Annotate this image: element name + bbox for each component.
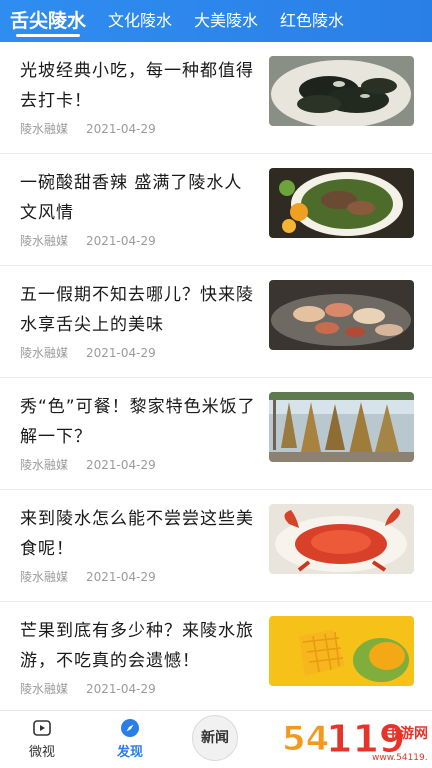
article-thumbnail[interactable] — [269, 56, 414, 126]
article-title[interactable]: 五一假期不知去哪儿？快来陵水享舌尖上的美味 — [20, 280, 256, 340]
article-item[interactable]: 五一假期不知去哪儿？快来陵水享舌尖上的美味 陵水融媒 2021-04-29 — [0, 266, 432, 378]
article-source: 陵水融媒 — [20, 458, 69, 472]
article-item[interactable]: 来到陵水怎么能不尝尝这些美食呢！ 陵水融媒 2021-04-29 — [0, 490, 432, 602]
article-title[interactable]: 芒果到底有多少种？来陵水旅游，不吃真的会遗憾！ — [20, 616, 256, 676]
tab-damei-lingshui[interactable]: 大美陵水 — [194, 0, 258, 42]
article-date: 2021-04-29 — [86, 346, 156, 360]
watermark-logo: 54 119 手游网 www.54119.cn — [280, 712, 432, 766]
article-meta: 陵水融媒 2021-04-29 — [20, 344, 156, 361]
nav-video[interactable]: 微视 — [12, 717, 72, 760]
article-feed[interactable]: 光坡经典小吃，每一种都值得去打卡！ 陵水融媒 2021-04-29 一碗酸甜香辣 … — [0, 42, 432, 710]
tab-hongse-lingshui[interactable]: 红色陵水 — [280, 0, 344, 42]
article-title[interactable]: 光坡经典小吃，每一种都值得去打卡！ — [20, 56, 256, 116]
article-thumbnail[interactable] — [269, 392, 414, 462]
article-meta: 陵水融媒 2021-04-29 — [20, 456, 156, 473]
article-meta: 陵水融媒 2021-04-29 — [20, 232, 156, 249]
video-icon — [33, 720, 51, 736]
article-meta: 陵水融媒 2021-04-29 — [20, 568, 156, 585]
article-title[interactable]: 来到陵水怎么能不尝尝这些美食呢！ — [20, 504, 256, 564]
article-thumbnail[interactable] — [269, 168, 414, 238]
article-thumbnail[interactable] — [269, 280, 414, 350]
article-source: 陵水融媒 — [20, 122, 69, 136]
tab-shejian-lingshui[interactable]: 舌尖陵水 — [10, 0, 86, 42]
article-date: 2021-04-29 — [86, 570, 156, 584]
article-thumbnail[interactable] — [269, 504, 414, 574]
article-item[interactable]: 光坡经典小吃，每一种都值得去打卡！ 陵水融媒 2021-04-29 — [0, 42, 432, 154]
article-meta: 陵水融媒 2021-04-29 — [20, 120, 156, 137]
svg-text:手游网: 手游网 — [386, 725, 428, 742]
article-date: 2021-04-29 — [86, 458, 156, 472]
article-date: 2021-04-29 — [86, 682, 156, 696]
nav-video-label: 微视 — [28, 745, 55, 760]
article-source: 陵水融媒 — [20, 234, 69, 248]
article-source: 陵水融媒 — [20, 570, 69, 584]
category-tab-bar: 舌尖陵水 文化陵水 大美陵水 红色陵水 — [0, 0, 432, 42]
nav-discover-label: 发现 — [116, 745, 143, 760]
article-item[interactable]: 芒果到底有多少种？来陵水旅游，不吃真的会遗憾！ 陵水融媒 2021-04-29 — [0, 602, 432, 710]
svg-text:54: 54 — [282, 719, 329, 759]
article-title[interactable]: 一碗酸甜香辣 盛满了陵水人文风情 — [20, 168, 256, 228]
svg-text:www.54119.cn: www.54119.cn — [372, 753, 428, 763]
article-meta: 陵水融媒 2021-04-29 — [20, 680, 156, 697]
article-date: 2021-04-29 — [86, 122, 156, 136]
nav-discover[interactable]: 发现 — [100, 717, 160, 760]
tab-wenhua-lingshui[interactable]: 文化陵水 — [108, 0, 172, 42]
article-source: 陵水融媒 — [20, 346, 69, 360]
compass-icon — [121, 719, 139, 737]
article-date: 2021-04-29 — [86, 234, 156, 248]
nav-news-button[interactable]: 新闻 — [192, 715, 238, 761]
article-item[interactable]: 秀“色”可餐！黎家特色米饭了解一下？ 陵水融媒 2021-04-29 — [0, 378, 432, 490]
article-item[interactable]: 一碗酸甜香辣 盛满了陵水人文风情 陵水融媒 2021-04-29 — [0, 154, 432, 266]
article-source: 陵水融媒 — [20, 682, 69, 696]
article-title[interactable]: 秀“色”可餐！黎家特色米饭了解一下？ — [20, 392, 256, 452]
article-thumbnail[interactable] — [269, 616, 414, 686]
